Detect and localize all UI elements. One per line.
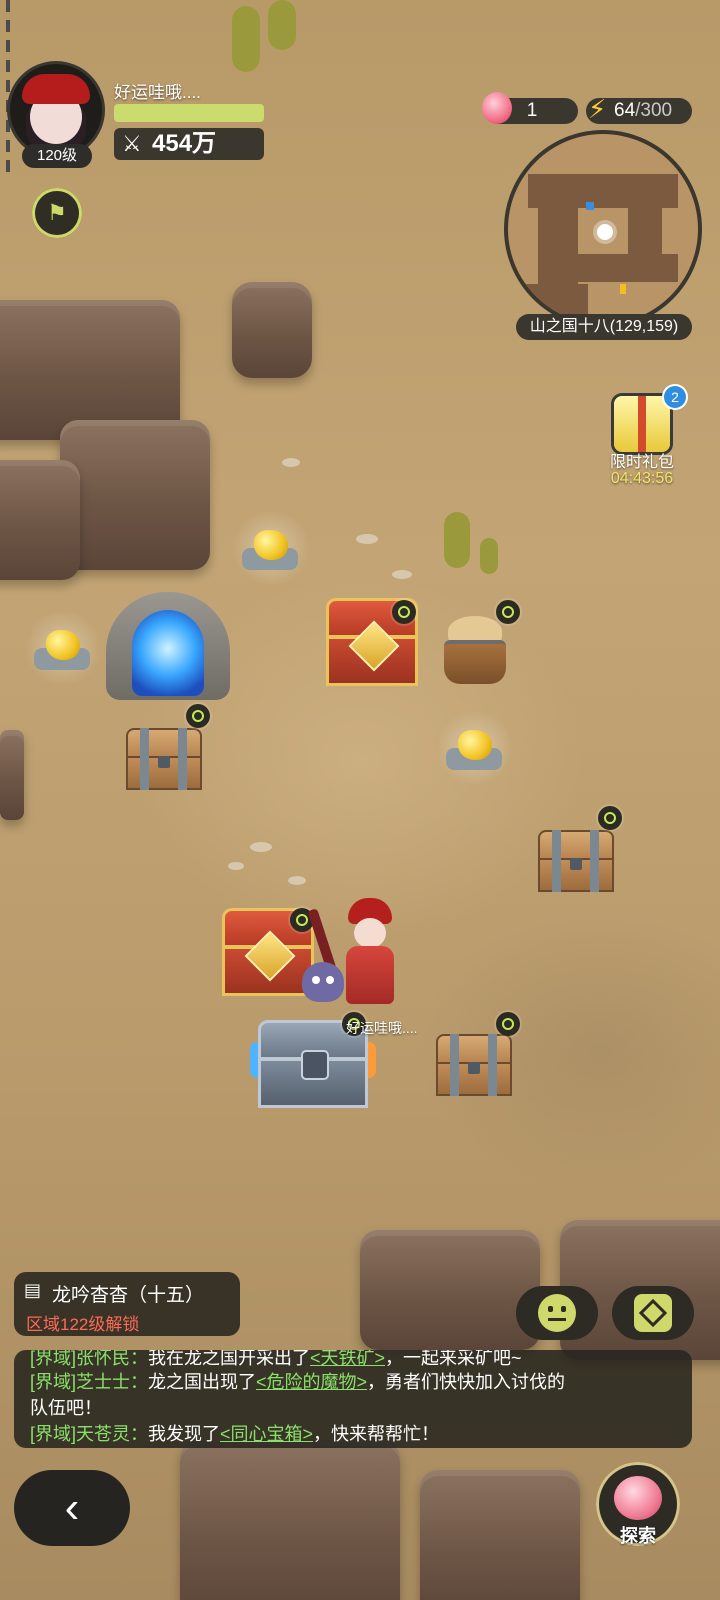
cliff-rock	[180, 1440, 400, 1600]
gold-ore-node[interactable]	[434, 712, 516, 784]
cliff-rock	[0, 300, 180, 440]
cactus	[444, 512, 470, 568]
timer-icon	[598, 806, 622, 830]
flag-icon: ⚑	[47, 200, 67, 225]
timer-icon	[392, 600, 416, 624]
cactus	[268, 0, 296, 50]
quest-title: 龙吟杳杳（十五）	[52, 1285, 205, 1306]
explore-label: 探索	[620, 1526, 656, 1546]
chat-line: [界域]芝士士：龙之国出现了<危险的魔物>，勇者们快快加入讨伐的	[30, 1372, 566, 1392]
cliff-rock	[360, 1230, 540, 1350]
timer-icon	[186, 704, 210, 728]
blue-portal[interactable]	[106, 592, 230, 700]
wooden-chest[interactable]	[538, 830, 614, 892]
chat-line: [界域]天苍灵：我发现了<同心宝箱>，快来帮帮忙！	[30, 1424, 440, 1444]
quest-list-icon: ▤	[24, 1280, 42, 1300]
wooden-chest[interactable]	[436, 1034, 512, 1096]
apple-count: 1	[526, 100, 538, 121]
energy-max: /300	[635, 100, 673, 121]
cliff-rock	[420, 1470, 580, 1600]
combat-power: ⚔ 454万	[114, 128, 264, 160]
gold-ore-node[interactable]	[22, 612, 104, 684]
crossed-swords-icon: ⚔	[122, 131, 142, 156]
minimap-player-marker	[597, 224, 613, 240]
pebble	[392, 570, 412, 579]
chat-line: [界域]张怀民：我在龙之国开采出了<天铁矿>，一起来采矿吧~	[30, 1350, 522, 1368]
flag-button[interactable]: ⚑	[32, 188, 82, 238]
energy-counter[interactable]: ⚡ 64/300	[586, 94, 692, 124]
player-character[interactable]	[340, 898, 400, 1008]
location-label: 山之国十八(129,159)	[516, 314, 692, 340]
cube-icon	[634, 1294, 672, 1332]
emote-button[interactable]	[516, 1286, 598, 1340]
pebble	[250, 842, 272, 852]
sand-basket[interactable]	[444, 616, 506, 684]
chat-panel[interactable]: [界域]张怀民：我在龙之国开采出了<天铁矿>，一起来采矿吧~ [界域]芝士士：龙…	[14, 1350, 692, 1448]
pebble	[282, 458, 300, 467]
quest-unlock-text: 区域122级解锁	[26, 1315, 140, 1334]
gift-timer: 04:43:56	[610, 470, 674, 487]
player-name: 好运哇哦....	[114, 83, 201, 102]
energy-current: 64	[614, 100, 636, 121]
pebble	[228, 862, 244, 870]
rock-pillar	[232, 282, 312, 378]
chat-link[interactable]: <同心宝箱>	[220, 1424, 313, 1444]
hp-bar	[114, 104, 264, 122]
cliff-rock	[0, 460, 80, 580]
timer-icon	[496, 1012, 520, 1036]
chat-link[interactable]: <危险的魔物>	[256, 1372, 367, 1392]
edge-indicator	[6, 0, 10, 180]
quest-panel[interactable]: ▤ 龙吟杳杳（十五） 区域122级解锁	[14, 1272, 240, 1336]
level-badge: 120级	[22, 144, 92, 168]
timer-icon	[496, 600, 520, 624]
cliff-rock	[60, 420, 210, 570]
cactus	[480, 538, 498, 574]
lightning-icon: ⚡	[588, 94, 607, 124]
wooden-chest[interactable]	[126, 728, 202, 790]
player-avatar[interactable]	[10, 64, 102, 156]
pebble	[356, 534, 378, 544]
apple-counter[interactable]: 1	[482, 92, 578, 124]
gift-count-badge: 2	[664, 386, 686, 408]
portal-swirl	[132, 610, 204, 696]
hero-name-label: 好运哇哦....	[346, 1020, 418, 1036]
rock-pillar	[0, 730, 24, 820]
apple-icon	[614, 1476, 662, 1520]
gift-label: 限时礼包	[609, 454, 674, 471]
bag-button[interactable]	[612, 1286, 694, 1340]
smiley-icon	[538, 1294, 576, 1332]
gold-ore-node[interactable]	[230, 512, 312, 584]
pebble	[288, 876, 306, 885]
pet-companion	[302, 962, 344, 1002]
chat-line: 队伍吧！	[30, 1398, 102, 1418]
hp-bar-fill	[114, 104, 264, 122]
back-arrow-icon: ‹	[64, 1483, 80, 1532]
cactus	[232, 6, 260, 72]
combat-power-value: 454万	[152, 130, 217, 157]
back-button[interactable]: ‹	[14, 1470, 130, 1546]
